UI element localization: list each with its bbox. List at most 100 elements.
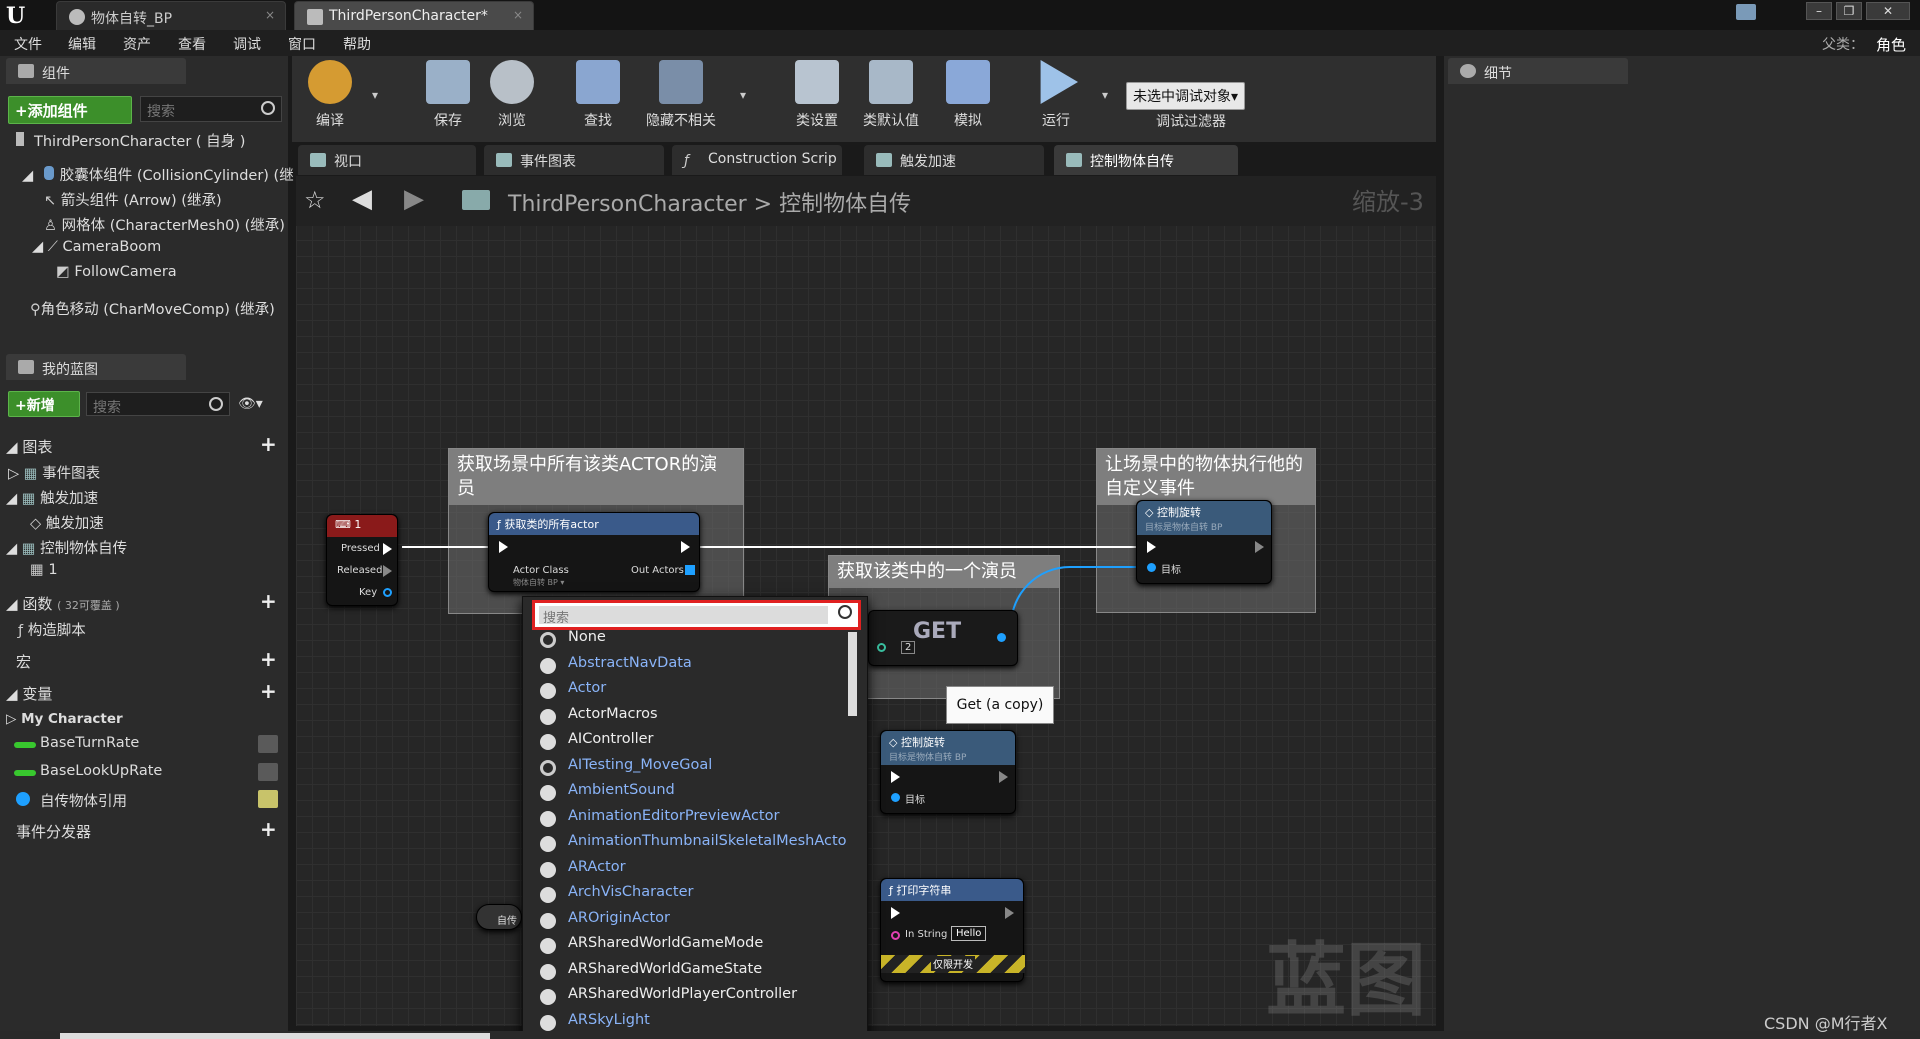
target-pin[interactable] [1147, 563, 1156, 572]
component-root[interactable]: ThirdPersonCharacter ( 自身 ) [16, 130, 245, 151]
macros-section[interactable]: 宏 [16, 651, 31, 672]
star-icon[interactable]: ☆ [304, 186, 326, 214]
menu-edit[interactable]: 编辑 [68, 34, 96, 54]
eye-icon[interactable] [258, 790, 278, 808]
index-input[interactable]: 2 [901, 641, 916, 654]
get-all-actors-node[interactable]: ƒ 获取类的所有actor Actor Class 物体自转 BP ▾ Out … [488, 512, 700, 592]
menu-file[interactable]: 文件 [14, 34, 42, 54]
doc-tab-object-rotate[interactable]: 物体自转_BP × [56, 1, 286, 30]
variable-get-node[interactable]: 自传 [476, 904, 522, 930]
class-settings-button[interactable]: 类设置 [786, 56, 848, 136]
menu-help[interactable]: 帮助 [343, 34, 371, 54]
restore-button[interactable]: ❐ [1836, 2, 1862, 20]
tab-control-rotate[interactable]: 控制物体自传 [1054, 145, 1238, 175]
dispatchers-section[interactable]: 事件分发器 [16, 821, 91, 842]
variables-section[interactable]: ◢ 变量 [6, 683, 52, 704]
component-arrow[interactable]: ↖ 箭头组件 (Arrow) (继承) [44, 189, 222, 210]
component-collision[interactable]: ◢ 胶囊体组件 (CollisionCylinder) (继 [22, 164, 294, 185]
chevron-down-icon[interactable]: ▾ [740, 88, 746, 102]
variable-baselookuprate[interactable]: BaseLookUpRate [40, 763, 162, 779]
add-dispatcher-button[interactable]: + [260, 819, 277, 839]
components-search-input[interactable]: 搜索 [140, 96, 282, 122]
exec-in-pin[interactable] [1147, 541, 1156, 553]
event-trigger[interactable]: ◇ 触发加速 [30, 512, 104, 533]
call-rotate-node-1[interactable]: ◇ 控制旋转 目标是物体自转 BP 目标 [1136, 500, 1272, 584]
exec-out-pin[interactable] [999, 771, 1008, 783]
browse-button[interactable]: 浏览 [482, 56, 542, 136]
close-icon[interactable]: × [265, 8, 275, 22]
add-component-button[interactable]: +添加组件 [8, 96, 132, 124]
breadcrumb-root[interactable]: ThirdPersonCharacter [508, 192, 747, 217]
menu-debug[interactable]: 调试 [233, 34, 261, 54]
visibility-toggle[interactable] [258, 763, 278, 781]
index-pin[interactable] [877, 643, 886, 652]
graphs-section[interactable]: ◢ 图表 [6, 436, 52, 457]
forward-arrow-icon[interactable]: ▶ [404, 184, 424, 214]
add-variable-button[interactable]: + [260, 681, 277, 701]
doc-tab-third-person[interactable]: ThirdPersonCharacter* × [294, 1, 534, 30]
save-button[interactable]: 保存 [418, 56, 478, 136]
add-function-button[interactable]: + [260, 591, 277, 611]
class-picker-search-input[interactable]: 搜索 [532, 600, 861, 630]
back-arrow-icon[interactable]: ◀ [352, 184, 372, 214]
close-icon[interactable]: × [513, 8, 523, 22]
blueprint-search-input[interactable]: 搜索 [86, 392, 230, 416]
chevron-down-icon[interactable]: ▾ [372, 88, 378, 102]
close-window-button[interactable]: ✕ [1866, 2, 1910, 20]
array-pin-icon[interactable] [685, 565, 695, 575]
add-macro-button[interactable]: + [260, 649, 277, 669]
minimize-button[interactable]: – [1806, 2, 1832, 20]
tab-construction-script[interactable]: ƒ Construction Scrip [672, 145, 842, 175]
class-defaults-button[interactable]: 类默认值 [854, 56, 928, 136]
play-button[interactable]: 运行 [1026, 56, 1086, 136]
tab-event-graph[interactable]: 事件图表 [484, 145, 664, 175]
key-event-node[interactable]: ⌨ 1 Pressed Released Key [326, 514, 398, 606]
visibility-toggle[interactable] [258, 735, 278, 753]
eye-icon[interactable]: 👁▾ [238, 396, 263, 412]
function-construct[interactable]: ƒ 构造脚本 [18, 619, 86, 640]
components-tab[interactable]: 组件 [6, 58, 186, 84]
tab-trigger-speedup[interactable]: 触发加速 [864, 145, 1044, 175]
component-cameraboom[interactable]: ◢ ⟋ CameraBoom [32, 239, 161, 255]
chevron-down-icon[interactable]: ▾ [1102, 88, 1108, 102]
variable-category[interactable]: ▷ My Character [6, 711, 123, 727]
details-tab[interactable]: 细节 [1448, 58, 1628, 84]
out-pin[interactable] [997, 633, 1006, 642]
exec-in-pin[interactable] [891, 771, 900, 783]
my-blueprint-tab[interactable]: 我的蓝图 [6, 354, 186, 380]
print-string-node[interactable]: ƒ 打印字符串 In String Hello 仅限开发 [880, 878, 1025, 982]
graph-event[interactable]: ▷ ▦ 事件图表 [8, 462, 100, 483]
menu-view[interactable]: 查看 [178, 34, 206, 54]
functions-section[interactable]: ◢ 函数 ( 32可覆盖 ) [6, 593, 120, 614]
scrollbar[interactable] [848, 632, 857, 716]
simulate-button[interactable]: 模拟 [938, 56, 998, 136]
component-charmove[interactable]: ⚲角色移动 (CharMoveComp) (继承) [30, 298, 275, 319]
graph-control[interactable]: ◢ ▦ 控制物体自传 [6, 537, 127, 558]
debug-object-select[interactable]: 未选中调试对象▾ [1126, 82, 1246, 110]
get-array-node[interactable]: GET 2 [868, 610, 1018, 666]
component-followcamera[interactable]: ◩ FollowCamera [56, 264, 177, 280]
exec-in-pin[interactable] [499, 541, 508, 553]
target-pin[interactable] [891, 793, 900, 802]
find-button[interactable]: 查找 [568, 56, 628, 136]
graph-trigger[interactable]: ◢ ▦ 触发加速 [6, 487, 98, 508]
variable-baseturnrate[interactable]: BaseTurnRate [40, 735, 139, 751]
actor-class-value[interactable]: 物体自转 BP ▾ [513, 577, 564, 588]
key-pin[interactable] [383, 588, 392, 597]
menu-asset[interactable]: 资产 [123, 34, 151, 54]
call-rotate-node-2[interactable]: ◇ 控制旋转 目标是物体自转 BP 目标 [880, 730, 1016, 814]
component-mesh[interactable]: ♙ 网格体 (CharacterMesh0) (继承) [44, 214, 285, 235]
exec-in-pin[interactable] [891, 907, 900, 919]
exec-out-pin[interactable] [681, 541, 690, 553]
exec-out-pin[interactable] [1005, 907, 1014, 919]
string-pin[interactable] [891, 931, 900, 940]
variable-rotate-ref[interactable]: 自传物体引用 [40, 790, 127, 811]
exec-pin-pressed[interactable] [383, 543, 392, 555]
menu-window[interactable]: 窗口 [288, 34, 316, 54]
compile-button[interactable]: 编译 [300, 56, 360, 136]
add-graph-button[interactable]: + [260, 434, 277, 454]
in-string-input[interactable]: Hello [951, 926, 987, 941]
exec-out-pin[interactable] [1255, 541, 1264, 553]
unreal-logo[interactable]: U [6, 3, 32, 29]
tab-viewport[interactable]: 视口 [298, 145, 476, 175]
